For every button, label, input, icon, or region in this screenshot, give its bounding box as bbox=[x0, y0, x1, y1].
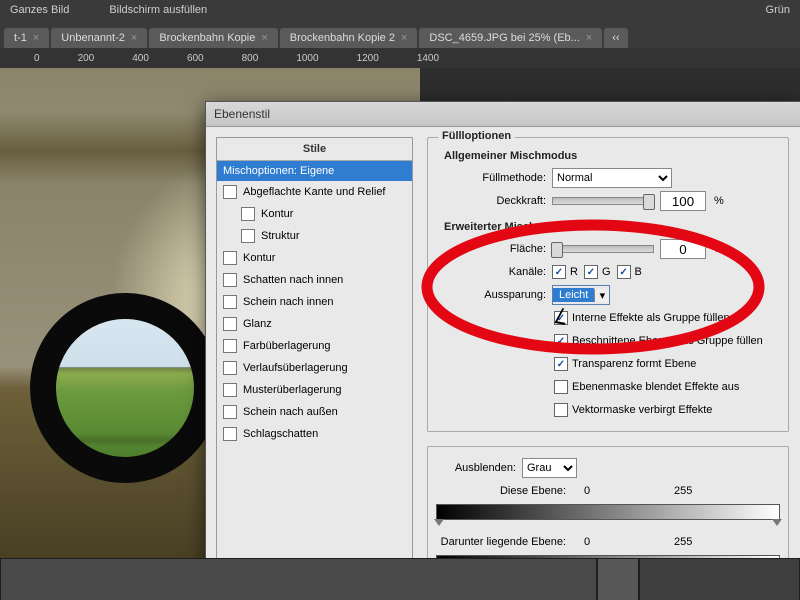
knockout-select[interactable]: Leicht ▾ bbox=[552, 285, 610, 305]
styles-list-panel: Stile Mischoptionen: Eigene Abgeflachte K… bbox=[216, 137, 413, 571]
opt-ebenenmaske[interactable]: Ebenenmaske blendet Effekte aus bbox=[554, 380, 739, 394]
blend-if-select[interactable]: Grau bbox=[522, 458, 577, 478]
blend-mode-select[interactable]: Normal bbox=[552, 168, 672, 188]
label: Füllmethode: bbox=[436, 172, 546, 184]
bottom-panel-strip bbox=[0, 558, 800, 600]
fill-opacity-input[interactable] bbox=[660, 239, 706, 259]
dialog-title: Ebenenstil bbox=[214, 107, 270, 121]
label: Ausblenden: bbox=[436, 462, 516, 474]
layer-style-dialog: Ebenenstil Stile Mischoptionen: Eigene Ab… bbox=[205, 101, 800, 581]
strip-item[interactable]: Bildschirm ausfüllen bbox=[109, 4, 207, 16]
opt-interne[interactable]: Interne Effekte als Gruppe füllen bbox=[554, 311, 730, 325]
channel-b-checkbox[interactable]: B bbox=[617, 265, 642, 279]
ruler: 0200400600800100012001400 bbox=[0, 48, 800, 68]
style-row-farbueberl[interactable]: Farbüberlagerung bbox=[217, 335, 412, 357]
style-row-label: Struktur bbox=[261, 230, 300, 242]
channel-r-checkbox[interactable]: R bbox=[552, 265, 578, 279]
style-row-schein_aussen[interactable]: Schein nach außen bbox=[217, 401, 412, 423]
opt-beschnittene[interactable]: Beschnittene Ebenen als Gruppe füllen bbox=[554, 334, 763, 348]
fill-opacity-slider[interactable] bbox=[552, 245, 654, 253]
doc-tab[interactable]: Brockenbahn Kopie 2 bbox=[280, 28, 418, 48]
canvas-area: Ebenenstil Stile Mischoptionen: Eigene Ab… bbox=[0, 68, 800, 600]
label: Diese Ebene: bbox=[436, 485, 566, 497]
doc-tab[interactable]: Unbenannt-2 bbox=[51, 28, 147, 48]
style-row-mischoptionen[interactable]: Mischoptionen: Eigene bbox=[217, 161, 412, 181]
style-row-label: Schein nach innen bbox=[243, 296, 334, 308]
checkbox[interactable] bbox=[241, 207, 255, 221]
close-icon[interactable] bbox=[586, 32, 592, 44]
style-row-label: Schatten nach innen bbox=[243, 274, 343, 286]
channel-g-checkbox[interactable]: G bbox=[584, 265, 611, 279]
style-row-struktur[interactable]: Struktur bbox=[217, 225, 412, 247]
doc-tab[interactable]: Brockenbahn Kopie bbox=[149, 28, 277, 48]
checkbox[interactable] bbox=[223, 361, 237, 375]
checkbox[interactable] bbox=[223, 251, 237, 265]
label: Deckkraft: bbox=[436, 195, 546, 207]
opt-vektormaske[interactable]: Vektormaske verbirgt Effekte bbox=[554, 403, 712, 417]
style-row-bevel[interactable]: Abgeflachte Kante und Relief bbox=[217, 181, 412, 203]
doc-tab[interactable]: t-1 bbox=[4, 28, 49, 48]
opacity-input[interactable] bbox=[660, 191, 706, 211]
close-icon[interactable] bbox=[261, 32, 267, 44]
checkbox[interactable] bbox=[241, 229, 255, 243]
style-row-kontur1[interactable]: Kontur bbox=[217, 203, 412, 225]
style-row-label: Kontur bbox=[243, 252, 275, 264]
style-row-label: Musterüberlagerung bbox=[243, 384, 341, 396]
doc-tab[interactable]: DSC_4659.JPG bei 25% (Eb... bbox=[419, 28, 602, 48]
label: Darunter liegende Ebene: bbox=[436, 536, 566, 548]
style-row-kontur2[interactable]: Kontur bbox=[217, 247, 412, 269]
options-panel: Füllloptionen Allgemeiner Mischmodus Fül… bbox=[423, 127, 800, 581]
checkbox[interactable] bbox=[223, 317, 237, 331]
opt-transparenz[interactable]: Transparenz formt Ebene bbox=[554, 357, 696, 371]
style-row-schlagschatten[interactable]: Schlagschatten bbox=[217, 423, 412, 445]
style-row-schatten_innen[interactable]: Schatten nach innen bbox=[217, 269, 412, 291]
style-row-label: Verlaufsüberlagerung bbox=[243, 362, 348, 374]
style-row-label: Kontur bbox=[261, 208, 293, 220]
style-row-musterueberl[interactable]: Musterüberlagerung bbox=[217, 379, 412, 401]
label: Fläche: bbox=[436, 243, 546, 255]
close-icon[interactable] bbox=[131, 32, 137, 44]
section-label: Erweiterter Mischmodus bbox=[444, 221, 780, 233]
style-row-label: Abgeflachte Kante und Relief bbox=[243, 186, 386, 198]
style-row-verlaufueberl[interactable]: Verlaufsüberlagerung bbox=[217, 357, 412, 379]
document-tabs: t-1 Unbenannt-2 Brockenbahn Kopie Brocke… bbox=[0, 20, 800, 48]
menu-strip: Ganzes Bild Bildschirm ausfüllen Grün bbox=[0, 0, 800, 20]
fill-options-group: Füllloptionen Allgemeiner Mischmodus Fül… bbox=[427, 137, 789, 432]
style-row-label: Farbüberlagerung bbox=[243, 340, 330, 352]
style-row-label: Glanz bbox=[243, 318, 272, 330]
checkbox[interactable] bbox=[223, 405, 237, 419]
section-label: Allgemeiner Mischmodus bbox=[444, 150, 780, 162]
checkbox[interactable] bbox=[223, 339, 237, 353]
checkbox[interactable] bbox=[223, 383, 237, 397]
style-row-label: Mischoptionen: Eigene bbox=[223, 165, 334, 177]
style-row-glanz[interactable]: Glanz bbox=[217, 313, 412, 335]
tabs-overflow[interactable]: ‹‹ bbox=[604, 28, 627, 48]
checkbox[interactable] bbox=[223, 273, 237, 287]
strip-item[interactable]: Grün bbox=[766, 4, 790, 16]
checkbox[interactable] bbox=[223, 295, 237, 309]
label: Kanäle: bbox=[436, 266, 546, 278]
style-row-label: Schlagschatten bbox=[243, 428, 318, 440]
this-layer-gradient[interactable] bbox=[436, 504, 780, 520]
opacity-slider[interactable] bbox=[552, 197, 654, 205]
chevron-down-icon: ▾ bbox=[594, 289, 609, 302]
close-icon[interactable] bbox=[33, 32, 39, 44]
strip-item[interactable]: Ganzes Bild bbox=[10, 4, 69, 16]
dialog-title-bar[interactable]: Ebenenstil bbox=[206, 102, 800, 127]
checkbox[interactable] bbox=[223, 427, 237, 441]
checkbox[interactable] bbox=[223, 185, 237, 199]
lens-preview bbox=[30, 293, 220, 483]
close-icon[interactable] bbox=[401, 32, 407, 44]
styles-header: Stile bbox=[217, 138, 412, 161]
style-row-schein_innen[interactable]: Schein nach innen bbox=[217, 291, 412, 313]
label: Aussparung: bbox=[436, 289, 546, 301]
group-label: Füllloptionen bbox=[438, 130, 515, 142]
style-row-label: Schein nach außen bbox=[243, 406, 338, 418]
